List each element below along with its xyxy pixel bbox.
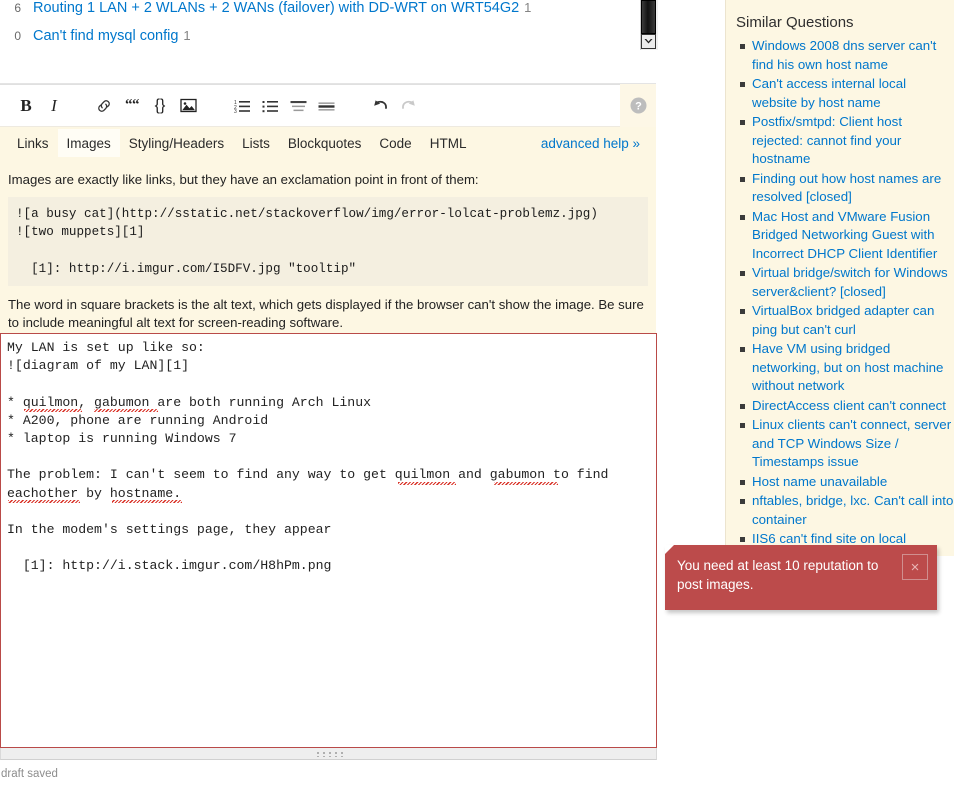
similar-questions-sidebar: Similar Questions Windows 2008 dns serve… <box>725 0 954 556</box>
svg-text:3: 3 <box>234 109 237 113</box>
help-code-sample: ![a busy cat](http://sstatic.net/stackov… <box>8 196 648 286</box>
editor-body-wrapper <box>0 333 657 748</box>
undo-icon[interactable] <box>367 93 393 119</box>
related-question-votes: 6 <box>14 1 21 15</box>
sidebar-title: Similar Questions <box>736 14 854 31</box>
markdown-help-panel: Links Images Styling/Headers Lists Block… <box>0 127 656 351</box>
related-question-row[interactable]: 0 Can't find mysql config 1 <box>0 28 656 56</box>
similar-question-link[interactable]: VirtualBox bridged adapter can ping but … <box>752 303 934 337</box>
list-item[interactable]: Postfix/smtpd: Client host rejected: can… <box>740 113 954 169</box>
similar-question-link[interactable]: Virtual bridge/switch for Windows server… <box>752 265 948 299</box>
help-intro-text: Images are exactly like links, but they … <box>8 172 479 187</box>
advanced-help-link[interactable]: advanced help » <box>541 136 648 151</box>
similar-question-link[interactable]: Mac Host and VMware Fusion Bridged Netwo… <box>752 209 937 261</box>
blockquote-button[interactable]: “ “ <box>119 93 145 119</box>
related-question-answer-count: 1 <box>183 28 191 43</box>
similar-question-link[interactable]: Have VM using bridged networking, but on… <box>752 341 943 393</box>
scroll-down-arrow-icon[interactable] <box>641 34 656 49</box>
numbered-list-icon[interactable]: 1 2 3 <box>229 93 255 119</box>
question-mark-icon[interactable]: ? <box>620 84 656 127</box>
tab-html[interactable]: HTML <box>421 129 476 157</box>
list-item[interactable]: Have VM using bridged networking, but on… <box>740 340 954 396</box>
bulleted-list-icon[interactable] <box>257 93 283 119</box>
list-item[interactable]: DirectAccess client can't connect <box>740 397 954 416</box>
textarea-resize-handle[interactable] <box>0 748 657 760</box>
related-question-answer-count: 1 <box>524 0 532 15</box>
similar-question-link[interactable]: Linux clients can't connect, server and … <box>752 417 951 469</box>
svg-text:?: ? <box>635 101 642 113</box>
bold-button[interactable]: B <box>13 93 39 119</box>
heading-icon[interactable] <box>285 93 311 119</box>
tab-links[interactable]: Links <box>8 129 58 157</box>
help-tab-bar: Links Images Styling/Headers Lists Block… <box>0 127 656 159</box>
code-button[interactable]: {} <box>147 93 173 119</box>
similar-question-link[interactable]: IIS6 can't find site on local <box>752 531 906 546</box>
redo-icon[interactable] <box>395 93 421 119</box>
list-item[interactable]: Finding out how host names are resolved … <box>740 170 954 207</box>
similar-question-link[interactable]: Postfix/smtpd: Client host rejected: can… <box>752 114 902 166</box>
resize-grip-dots <box>314 750 343 757</box>
tab-code[interactable]: Code <box>370 129 420 157</box>
notification-corner-notch <box>665 545 674 554</box>
image-icon[interactable] <box>175 93 201 119</box>
similar-question-link[interactable]: Can't access internal local website by h… <box>752 76 906 110</box>
related-question-row[interactable]: 6 Routing 1 LAN + 2 WLANs + 2 WANs (fail… <box>0 0 656 28</box>
draft-status-label: draft saved <box>1 768 58 780</box>
similar-question-link[interactable]: nftables, bridge, lxc. Can't call into c… <box>752 493 953 527</box>
close-icon[interactable]: × <box>902 554 928 580</box>
reputation-notification: You need at least 10 reputation to post … <box>665 545 937 610</box>
list-item[interactable]: Mac Host and VMware Fusion Bridged Netwo… <box>740 208 954 264</box>
help-outro-text: The word in square brackets is the alt t… <box>8 296 644 330</box>
post-body-textarea[interactable] <box>0 333 657 748</box>
related-question-link[interactable]: Can't find mysql config <box>33 28 178 44</box>
list-item[interactable]: VirtualBox bridged adapter can ping but … <box>740 302 954 339</box>
similar-question-link[interactable]: Windows 2008 dns server can't find his o… <box>752 38 936 72</box>
related-question-votes: 0 <box>14 29 21 43</box>
notification-message: You need at least 10 reputation to post … <box>677 558 879 592</box>
list-item[interactable]: Can't access internal local website by h… <box>740 75 954 112</box>
editor-container: B I “ “ {} 1 2 3 ? Links Images Styling/… <box>0 84 656 351</box>
link-icon[interactable] <box>91 93 117 119</box>
list-item[interactable]: Windows 2008 dns server can't find his o… <box>740 37 954 74</box>
list-item[interactable]: Virtual bridge/switch for Windows server… <box>740 264 954 301</box>
list-item[interactable]: Linux clients can't connect, server and … <box>740 416 954 472</box>
italic-button[interactable]: I <box>41 93 67 119</box>
similar-question-link[interactable]: Finding out how host names are resolved … <box>752 171 941 205</box>
tab-images[interactable]: Images <box>57 129 120 157</box>
related-questions-list: 6 Routing 1 LAN + 2 WLANs + 2 WANs (fail… <box>0 0 656 84</box>
related-question-link[interactable]: Routing 1 LAN + 2 WLANs + 2 WANs (failov… <box>33 0 519 16</box>
tab-lists[interactable]: Lists <box>233 129 279 157</box>
tab-styling-headers[interactable]: Styling/Headers <box>120 129 233 157</box>
horizontal-rule-icon[interactable] <box>313 93 339 119</box>
editor-toolbar: B I “ “ {} 1 2 3 ? <box>0 84 656 127</box>
similar-question-link[interactable]: Host name unavailable <box>752 474 887 489</box>
similar-question-link[interactable]: DirectAccess client can't connect <box>752 398 946 413</box>
svg-text:“: “ <box>132 99 140 113</box>
tab-blockquotes[interactable]: Blockquotes <box>279 129 371 157</box>
list-item[interactable]: Host name unavailable <box>740 473 954 492</box>
post-editor-page: 6 Routing 1 LAN + 2 WLANs + 2 WANs (fail… <box>0 0 954 786</box>
similar-questions-list: Windows 2008 dns server can't find his o… <box>726 37 954 549</box>
help-content: Images are exactly like links, but they … <box>0 159 656 331</box>
list-item[interactable]: nftables, bridge, lxc. Can't call into c… <box>740 492 954 529</box>
related-list-scrollbar-thumb[interactable] <box>641 0 656 34</box>
